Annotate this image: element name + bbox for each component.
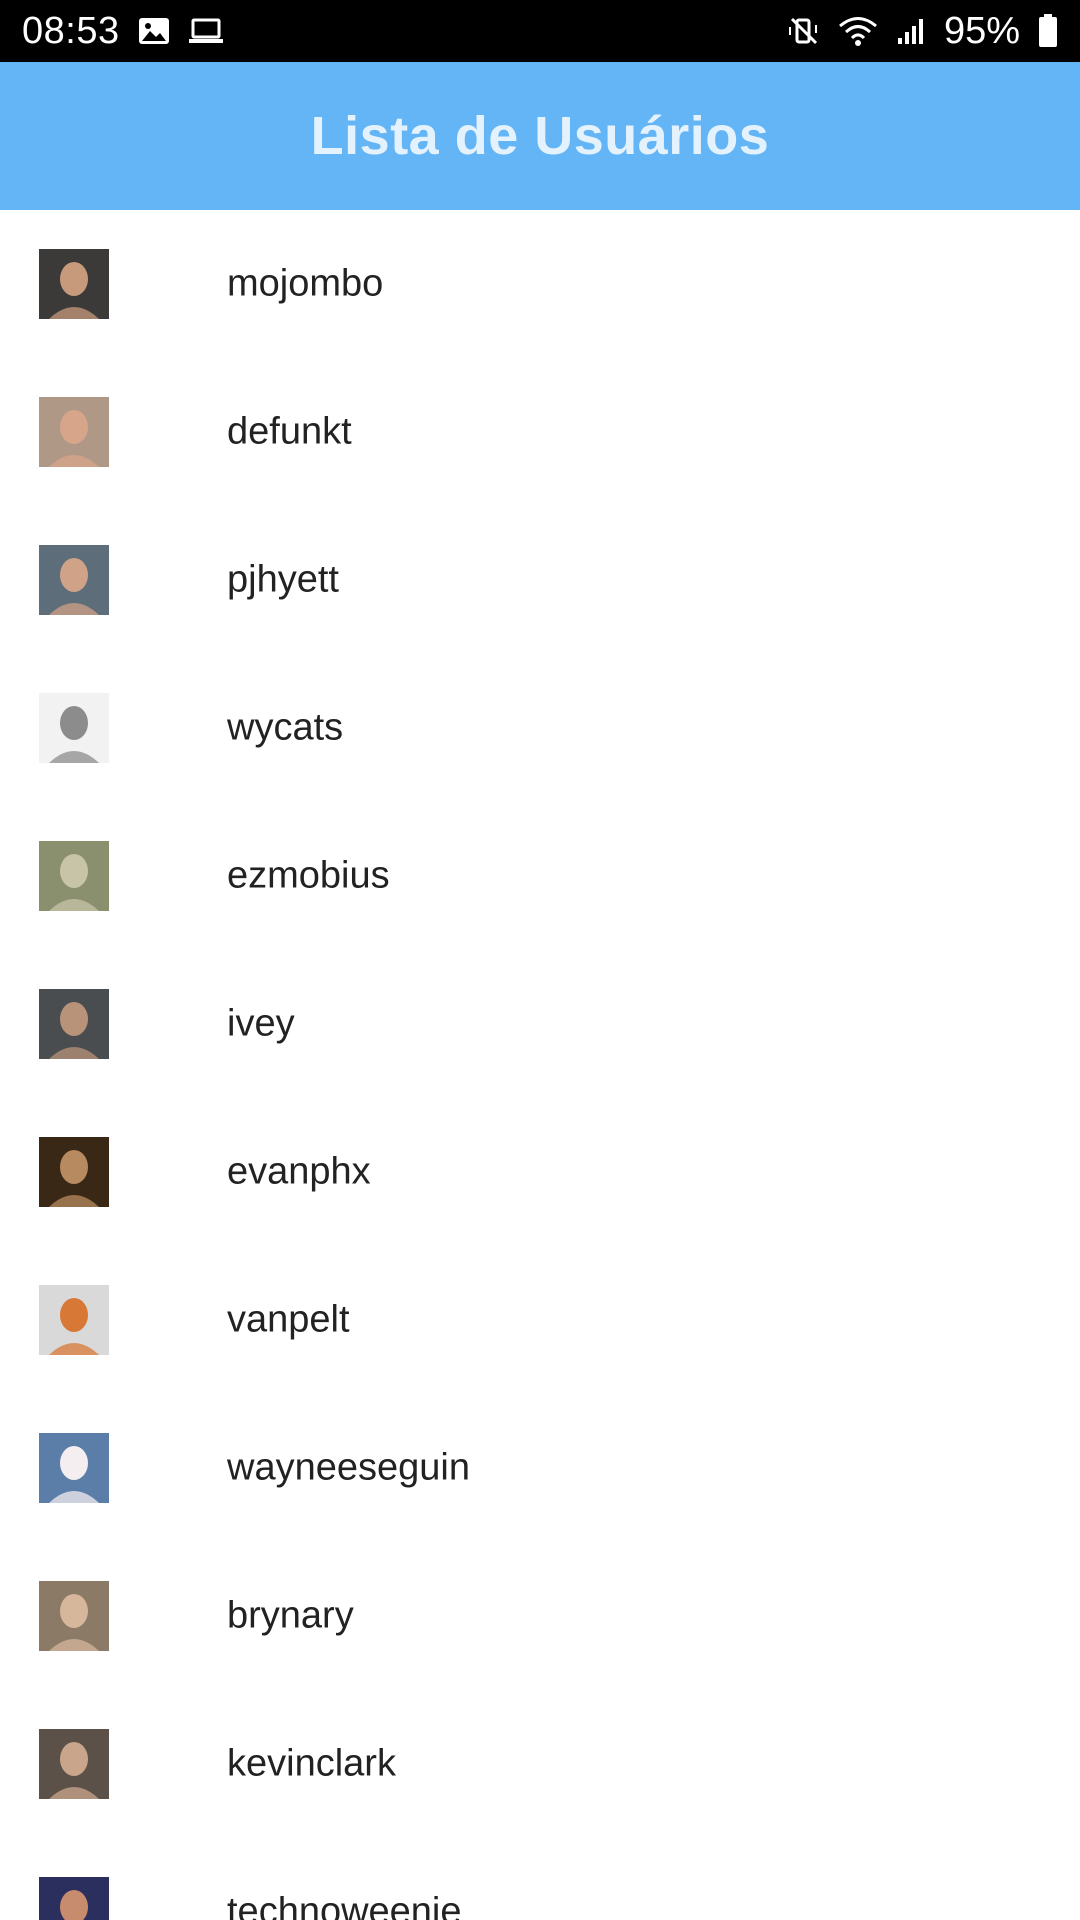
list-item[interactable]: brynary bbox=[0, 1542, 1080, 1690]
list-item[interactable]: pjhyett bbox=[0, 506, 1080, 654]
status-bar: 08:53 95% bbox=[0, 0, 1080, 62]
avatar bbox=[39, 841, 109, 911]
list-item[interactable]: ezmobius bbox=[0, 802, 1080, 950]
status-time: 08:53 bbox=[22, 9, 120, 52]
username-label: mojombo bbox=[227, 262, 384, 305]
username-label: vanpelt bbox=[227, 1298, 350, 1341]
username-label: ezmobius bbox=[227, 854, 390, 897]
avatar bbox=[39, 1581, 109, 1651]
username-label: brynary bbox=[227, 1594, 354, 1637]
laptop-icon bbox=[188, 17, 224, 45]
username-label: defunkt bbox=[227, 410, 352, 453]
username-label: kevinclark bbox=[227, 1742, 396, 1785]
avatar bbox=[39, 1137, 109, 1207]
list-item[interactable]: kevinclark bbox=[0, 1690, 1080, 1838]
avatar bbox=[39, 545, 109, 615]
list-item[interactable]: defunkt bbox=[0, 358, 1080, 506]
signal-icon bbox=[896, 16, 926, 46]
avatar bbox=[39, 1877, 109, 1920]
username-label: evanphx bbox=[227, 1150, 371, 1193]
username-label: ivey bbox=[227, 1002, 295, 1045]
list-item[interactable]: wayneeseguin bbox=[0, 1394, 1080, 1542]
page-title: Lista de Usuários bbox=[310, 106, 770, 166]
avatar bbox=[39, 249, 109, 319]
status-left: 08:53 bbox=[22, 10, 224, 53]
username-label: pjhyett bbox=[227, 558, 339, 601]
username-label: wycats bbox=[227, 706, 344, 749]
avatar bbox=[39, 693, 109, 763]
app-bar: Lista de Usuários bbox=[0, 62, 1080, 210]
avatar bbox=[39, 1729, 109, 1799]
list-item[interactable]: technoweenie bbox=[0, 1838, 1080, 1920]
avatar bbox=[39, 1433, 109, 1503]
username-label: technoweenie bbox=[227, 1890, 462, 1920]
avatar bbox=[39, 397, 109, 467]
mute-vibrate-icon bbox=[788, 15, 820, 47]
battery-percentage: 95% bbox=[943, 9, 1020, 52]
list-item[interactable]: ivey bbox=[0, 950, 1080, 1098]
image-icon bbox=[138, 17, 170, 45]
list-item[interactable]: evanphx bbox=[0, 1098, 1080, 1246]
list-item[interactable]: vanpelt bbox=[0, 1246, 1080, 1394]
status-right: 95% bbox=[788, 10, 1058, 53]
avatar bbox=[39, 1285, 109, 1355]
battery-icon bbox=[1038, 14, 1058, 48]
user-list[interactable]: mojombo defunkt pjhyett wycats ezmobius ivey e… bbox=[0, 210, 1080, 1920]
list-item[interactable]: mojombo bbox=[0, 210, 1080, 358]
avatar bbox=[39, 989, 109, 1059]
username-label: wayneeseguin bbox=[227, 1446, 470, 1489]
list-item[interactable]: wycats bbox=[0, 654, 1080, 802]
wifi-icon bbox=[838, 15, 878, 47]
